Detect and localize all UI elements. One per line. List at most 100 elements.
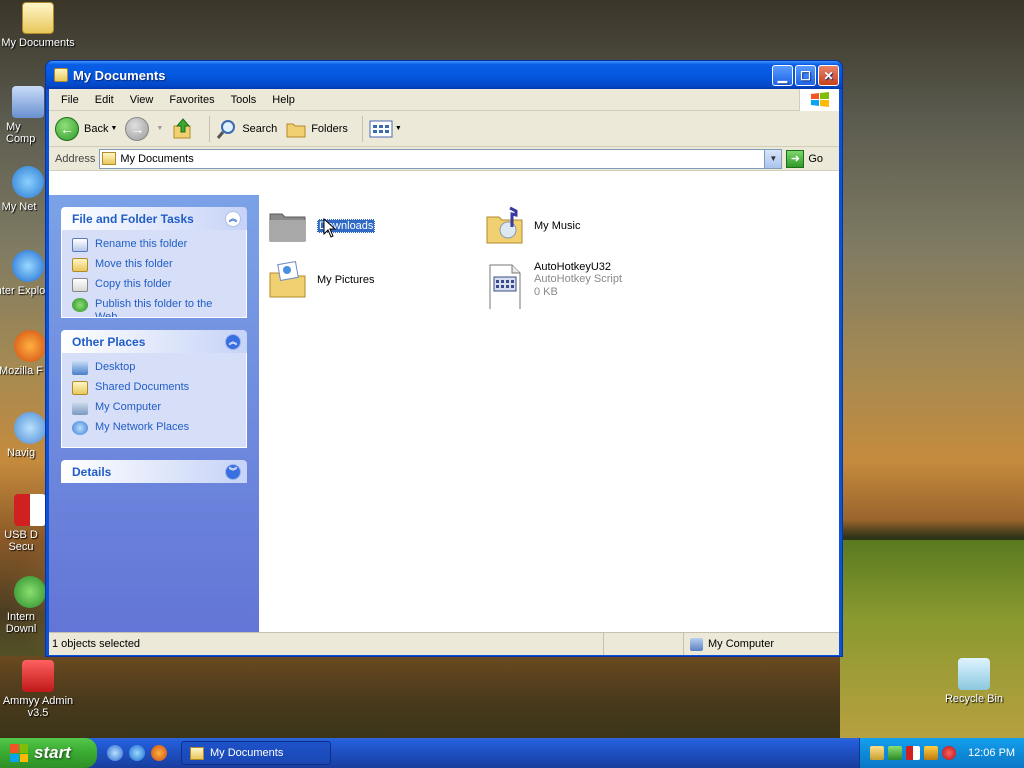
place-my-computer[interactable]: My Computer: [72, 401, 236, 415]
taskbar-button-my-documents[interactable]: My Documents: [181, 741, 331, 765]
file-type: AutoHotkey Script: [534, 273, 623, 285]
place-shared-documents[interactable]: Shared Documents: [72, 381, 236, 395]
file-folder-tasks-header[interactable]: File and Folder Tasks ︽: [61, 207, 247, 230]
menu-favorites[interactable]: Favorites: [161, 94, 222, 106]
collapse-chevron-icon[interactable]: ︽: [225, 333, 241, 350]
panel-title: Details: [72, 464, 112, 479]
toolbar-separator: [209, 115, 211, 142]
tray-download-icon[interactable]: [888, 746, 902, 760]
desktop-icon-my-documents[interactable]: My Documents: [0, 2, 76, 49]
network-globe-icon: [12, 166, 44, 198]
details-header[interactable]: Details ︾: [61, 460, 247, 483]
computer-icon: [72, 401, 88, 415]
dirt-road: [0, 656, 840, 740]
file-folder-tasks-body: Rename this folder Move this folder Copy…: [61, 230, 247, 318]
desktop-icon-internet-explorer[interactable]: Inter Explo: [0, 250, 48, 297]
firefox-icon[interactable]: [151, 745, 167, 761]
download-manager-icon: [14, 576, 46, 608]
tray-tools-icon[interactable]: [924, 746, 938, 760]
menu-file[interactable]: File: [53, 94, 87, 106]
place-label: Desktop: [95, 361, 136, 373]
desktop-icon-mozilla-firefox[interactable]: Mozilla F: [0, 330, 48, 377]
collapse-chevron-icon[interactable]: ︽: [225, 210, 241, 227]
address-label: Address: [55, 152, 96, 165]
windows-logo-icon: [799, 89, 839, 111]
folder-document-icon: [102, 152, 117, 165]
publish-web-icon: [72, 298, 88, 312]
show-desktop-icon[interactable]: [107, 745, 123, 761]
move-folder-icon: [72, 258, 88, 272]
address-dropdown-button[interactable]: ▼: [764, 149, 782, 168]
desktop-icon-recycle-bin[interactable]: Recycle Bin: [936, 658, 1012, 705]
task-publish-folder[interactable]: Publish this folder to the Web: [72, 298, 236, 317]
file-details: AutoHotkeyU32 AutoHotkey Script 0 KB: [534, 261, 622, 299]
desktop-icon-usb-security[interactable]: USB D Secu: [0, 494, 48, 553]
place-my-network-places[interactable]: My Network Places: [72, 421, 236, 435]
file-item-autohotkeyu32[interactable]: AutoHotkeyU32 AutoHotkey Script 0 KB: [484, 259, 622, 309]
minimize-button[interactable]: ▁: [772, 65, 793, 86]
task-copy-folder[interactable]: Copy this folder: [72, 278, 236, 292]
maximize-button[interactable]: ☐: [795, 65, 816, 86]
file-item-downloads[interactable]: Downloads: [267, 205, 376, 247]
back-dropdown-icon[interactable]: ▼: [110, 125, 117, 132]
tray-shield-icon[interactable]: [942, 746, 956, 760]
desktop-icon: [72, 361, 88, 375]
place-label: Shared Documents: [95, 381, 190, 393]
back-label: Back: [84, 122, 109, 135]
music-folder-icon: [486, 206, 523, 244]
desktop-icon-internet-download[interactable]: Intern Downl: [0, 576, 48, 635]
copy-folder-icon: [72, 278, 88, 292]
panel-title: Other Places: [72, 334, 146, 349]
forward-arrow-icon: →: [125, 116, 150, 141]
desktop-icon-web-navigator[interactable]: Navig: [0, 412, 48, 459]
start-button[interactable]: start: [0, 738, 97, 768]
menu-bar: File Edit View Favorites Tools Help: [49, 89, 839, 111]
search-button[interactable]: Search: [216, 118, 277, 140]
address-input[interactable]: My Documents ▼: [99, 148, 783, 169]
file-name: AutoHotkeyU32: [534, 261, 612, 273]
ammyy-admin-icon: [22, 660, 54, 692]
folder-document-icon: [22, 2, 54, 34]
menu-edit[interactable]: Edit: [87, 94, 122, 106]
forward-dropdown-icon[interactable]: ▼: [156, 125, 163, 132]
desktop-icon-my-network[interactable]: My Net: [0, 166, 48, 213]
up-folder-button[interactable]: [171, 117, 195, 141]
task-move-folder[interactable]: Move this folder: [72, 258, 236, 272]
rename-icon: [72, 238, 88, 252]
window-controls: ▁ ☐ ✕: [772, 65, 839, 86]
other-places-header[interactable]: Other Places ︽: [61, 330, 247, 353]
script-file-icon: [489, 264, 521, 309]
place-label: My Network Places: [95, 421, 190, 433]
windows-flag-icon: [10, 744, 28, 762]
desktop-icon-my-computer[interactable]: My Comp: [0, 86, 48, 145]
views-icon: [369, 120, 393, 137]
place-desktop[interactable]: Desktop: [72, 361, 236, 375]
panel-title: File and Folder Tasks: [72, 211, 194, 226]
expand-chevron-icon[interactable]: ︾: [225, 463, 241, 480]
title-bar[interactable]: My Documents ▁ ☐ ✕: [46, 61, 842, 89]
up-folder-icon: [173, 117, 191, 138]
other-places-body: Desktop Shared Documents My Computer My …: [61, 353, 247, 448]
go-button[interactable]: ➜ Go: [786, 149, 823, 168]
file-item-my-music[interactable]: My Music: [484, 205, 580, 247]
folders-button[interactable]: Folders: [285, 119, 348, 139]
task-label: Rename this folder: [95, 238, 188, 250]
clock[interactable]: 12:06 PM: [968, 747, 1015, 759]
task-rename-folder[interactable]: Rename this folder: [72, 238, 236, 252]
tray-security-icon[interactable]: [906, 746, 920, 760]
views-button[interactable]: ▼: [369, 119, 402, 139]
menu-tools[interactable]: Tools: [223, 94, 265, 106]
internet-explorer-icon[interactable]: [129, 745, 145, 761]
menu-help[interactable]: Help: [264, 94, 303, 106]
toolbar: ← Back ▼ → ▼ Search Folders ▼: [49, 111, 839, 147]
tray-network-icon[interactable]: [870, 746, 884, 760]
desktop-icon-ammyy-admin[interactable]: Ammyy Admin v3.5: [0, 660, 76, 719]
views-dropdown-icon: ▼: [394, 125, 402, 132]
menu-view[interactable]: View: [122, 94, 162, 106]
computer-icon: [12, 86, 44, 118]
file-item-my-pictures[interactable]: My Pictures: [267, 259, 374, 301]
recycle-bin-icon: [958, 658, 990, 690]
forward-button[interactable]: → ▼: [125, 116, 163, 141]
close-button[interactable]: ✕: [818, 65, 839, 86]
back-button[interactable]: ← Back ▼: [55, 116, 117, 141]
